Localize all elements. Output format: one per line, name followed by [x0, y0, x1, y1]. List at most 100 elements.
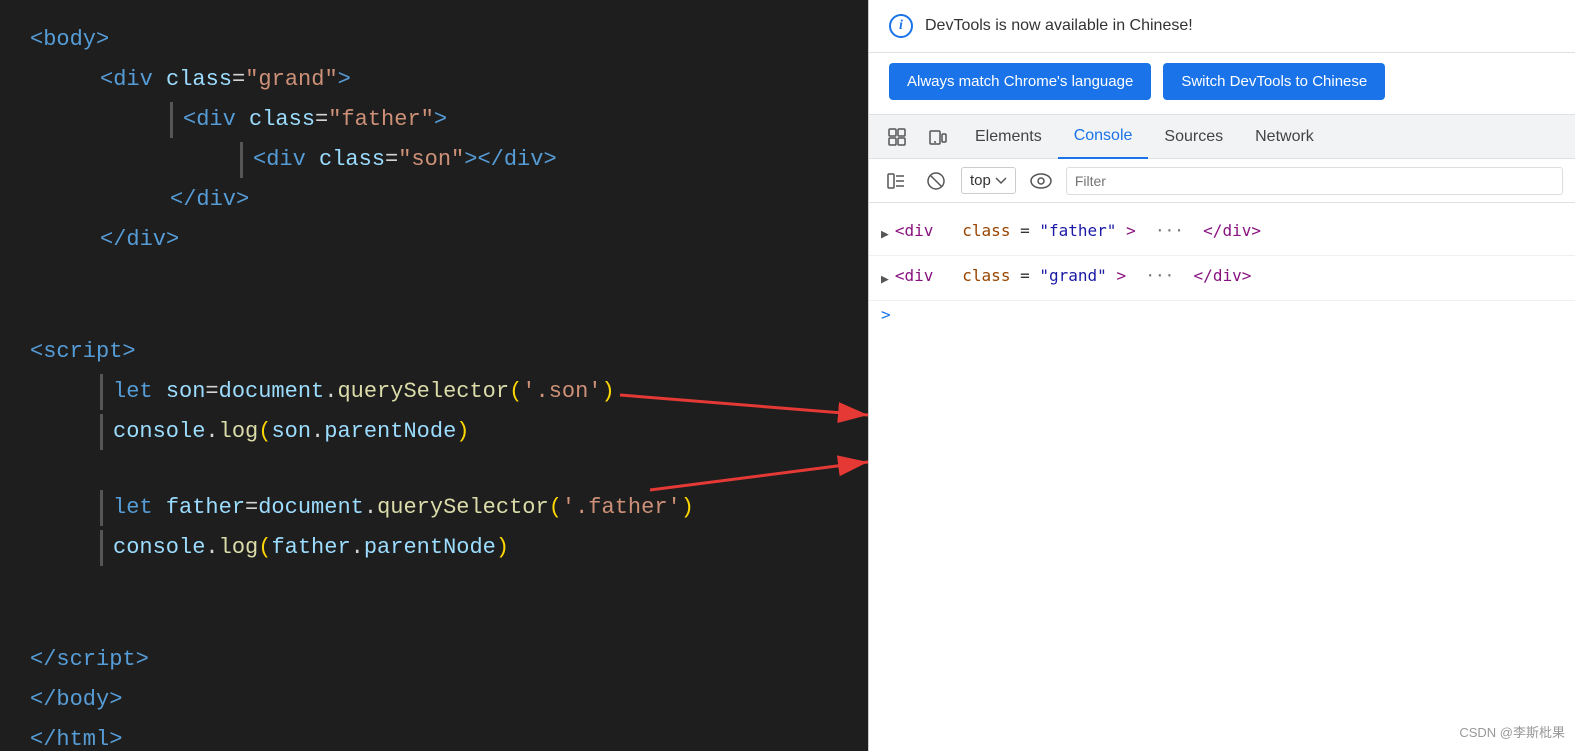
code-text: class	[249, 102, 315, 138]
console-entry-2: ▶ <div class = "grand" > ··· </div>	[869, 256, 1575, 301]
filter-input[interactable]	[1066, 167, 1563, 195]
code-text: (	[258, 530, 271, 566]
code-text: son	[166, 374, 206, 410]
console-entry-text-1: <div class = "father" > ··· </div>	[895, 217, 1261, 245]
code-text: let	[113, 490, 153, 526]
code-text: '.son'	[522, 374, 601, 410]
console-entry-text-2: <div class = "grand" > ··· </div>	[895, 262, 1252, 290]
code-text: )	[496, 530, 509, 566]
code-line: let son = document . querySelector ( '.s…	[0, 372, 868, 412]
code-text: father	[271, 530, 350, 566]
code-text: <div	[253, 142, 306, 178]
custom-formatter-icon[interactable]	[1026, 166, 1056, 196]
code-line: </div>	[0, 180, 868, 220]
code-text: document	[219, 374, 325, 410]
code-text: class	[166, 62, 232, 98]
code-text: son	[271, 414, 311, 450]
code-text: "grand"	[245, 62, 337, 98]
code-text: .	[311, 414, 324, 450]
code-text: >	[338, 62, 351, 98]
console-prompt[interactable]: >	[869, 301, 1575, 328]
code-text: </div>	[170, 182, 249, 218]
code-text: .	[364, 490, 377, 526]
code-text: '.father'	[562, 490, 681, 526]
device-icon[interactable]	[919, 119, 955, 155]
code-text: console	[113, 414, 205, 450]
code-text: .	[351, 530, 364, 566]
inspect-icon[interactable]	[879, 119, 915, 155]
code-line: <div class = "grand" >	[0, 60, 868, 100]
code-text	[153, 490, 166, 526]
code-text: parentNode	[324, 414, 456, 450]
code-text	[236, 102, 249, 138]
tab-elements[interactable]: Elements	[959, 115, 1058, 159]
expand-arrow-2[interactable]: ▶	[881, 266, 889, 294]
code-text: =	[385, 142, 398, 178]
devtools-toolbar: Elements Console Sources Network	[869, 115, 1575, 159]
notification-text: DevTools is now available in Chinese!	[925, 17, 1193, 35]
code-text: </script>	[30, 642, 149, 678]
code-text: document	[258, 490, 364, 526]
code-text	[153, 374, 166, 410]
match-language-button[interactable]: Always match Chrome's language	[889, 63, 1151, 100]
code-text: =	[315, 102, 328, 138]
code-text: querySelector	[337, 374, 509, 410]
code-text: )	[681, 490, 694, 526]
info-icon: i	[889, 14, 913, 38]
code-line: <body>	[0, 20, 868, 60]
code-text: (	[549, 490, 562, 526]
code-line	[0, 260, 868, 296]
code-text: =	[245, 490, 258, 526]
code-text: .	[205, 530, 218, 566]
code-text: .	[205, 414, 218, 450]
code-line: let father = document . querySelector ( …	[0, 488, 868, 528]
console-toolbar: top	[869, 159, 1575, 203]
code-line: </div>	[0, 220, 868, 260]
code-line: <div class = "father" >	[0, 100, 868, 140]
code-text: log	[219, 414, 259, 450]
code-text: <body>	[30, 22, 109, 58]
code-text: <div	[183, 102, 236, 138]
code-text: </div>	[100, 222, 179, 258]
code-text: .	[324, 374, 337, 410]
code-text: console	[113, 530, 205, 566]
code-text: "son"	[398, 142, 464, 178]
switch-language-button[interactable]: Switch DevTools to Chinese	[1163, 63, 1385, 100]
code-text	[306, 142, 319, 178]
code-line: <script>	[0, 332, 868, 372]
clear-console-icon[interactable]	[921, 166, 951, 196]
code-line: console . log ( son . parentNode )	[0, 412, 868, 452]
code-line	[0, 604, 868, 640]
code-text: (	[258, 414, 271, 450]
context-dropdown[interactable]: top	[961, 167, 1016, 194]
code-text: <div	[100, 62, 153, 98]
code-text	[153, 62, 166, 98]
code-text: =	[232, 62, 245, 98]
code-text: querySelector	[377, 490, 549, 526]
code-text: </body>	[30, 682, 122, 718]
tab-network[interactable]: Network	[1239, 115, 1330, 159]
code-line	[0, 452, 868, 488]
tab-sources[interactable]: Sources	[1148, 115, 1239, 159]
code-text: <script>	[30, 334, 136, 370]
code-line: </html>	[0, 720, 868, 751]
code-text: let	[113, 374, 153, 410]
watermark: CSDN @李斯枇果	[1459, 722, 1565, 741]
code-editor: <body> <div class = "grand" > <div class…	[0, 0, 868, 751]
code-text: )	[602, 374, 615, 410]
expand-arrow-1[interactable]: ▶	[881, 221, 889, 249]
code-text: >	[434, 102, 447, 138]
tab-console[interactable]: Console	[1058, 115, 1149, 159]
code-text: father	[166, 490, 245, 526]
buttons-row: Always match Chrome's language Switch De…	[869, 53, 1575, 115]
code-text: )	[456, 414, 469, 450]
devtools-panel: i DevTools is now available in Chinese! …	[868, 0, 1575, 751]
code-text: log	[219, 530, 259, 566]
notification-bar: i DevTools is now available in Chinese!	[869, 0, 1575, 53]
sidebar-toggle-icon[interactable]	[881, 166, 911, 196]
console-entry-1: ▶ <div class = "father" > ··· </div>	[869, 211, 1575, 256]
code-text: =	[205, 374, 218, 410]
code-text: "father"	[328, 102, 434, 138]
code-text: parentNode	[364, 530, 496, 566]
code-line	[0, 568, 868, 604]
